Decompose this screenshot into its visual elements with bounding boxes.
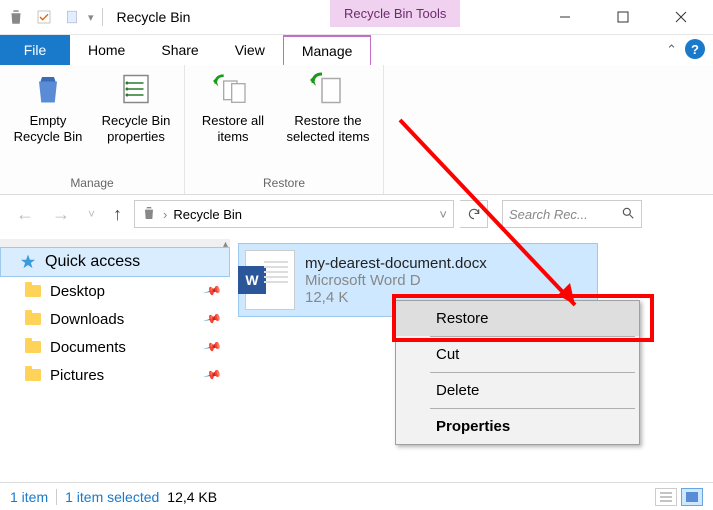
details-view-button[interactable] <box>655 488 677 506</box>
status-selected: 1 item selected <box>65 489 159 505</box>
group-label: Manage <box>70 174 113 192</box>
sidebar-label: Desktop <box>50 283 105 300</box>
address-text: Recycle Bin <box>173 207 242 222</box>
status-item-count: 1 item <box>10 489 48 505</box>
button-label: Restore all items <box>193 113 273 144</box>
ribbon: Empty Recycle Bin Recycle Bin properties… <box>0 65 713 195</box>
contextual-tab-header: Recycle Bin Tools <box>330 0 460 27</box>
forward-button[interactable]: → <box>46 204 76 225</box>
quick-access-icon <box>19 253 37 271</box>
navigation-pane: ▴ Quick access Desktop 📌 Downloads 📌 Doc… <box>0 233 230 493</box>
tab-view[interactable]: View <box>217 35 283 65</box>
tab-share[interactable]: Share <box>143 35 216 65</box>
separator <box>102 8 103 26</box>
sidebar-label: Pictures <box>50 367 104 384</box>
sidebar-item-documents[interactable]: Documents 📌 <box>0 333 230 361</box>
search-box[interactable]: Search Rec... <box>502 200 642 228</box>
button-label: Empty Recycle Bin <box>8 113 88 144</box>
collapse-ribbon-icon[interactable]: ⌃ <box>666 42 677 58</box>
search-placeholder: Search Rec... <box>509 207 588 222</box>
restore-all-icon <box>213 69 253 109</box>
sidebar-scrollbar[interactable]: ▴ <box>0 239 230 247</box>
address-dropdown-icon[interactable]: ˅ <box>439 207 447 222</box>
restore-selected-icon <box>308 69 348 109</box>
window-controls <box>547 3 709 31</box>
pin-icon: 📌 <box>203 281 223 301</box>
status-size: 12,4 KB <box>167 489 217 505</box>
empty-recycle-bin-button[interactable]: Empty Recycle Bin <box>8 69 88 144</box>
recycle-bin-small-icon <box>141 205 157 224</box>
file-metadata: my-dearest-document.docx Microsoft Word … <box>305 255 487 306</box>
file-name: my-dearest-document.docx <box>305 255 487 272</box>
sidebar-item-quick-access[interactable]: Quick access <box>0 247 230 277</box>
folder-icon <box>24 366 42 384</box>
recycle-bin-properties-button[interactable]: Recycle Bin properties <box>96 69 176 144</box>
button-label: Recycle Bin properties <box>96 113 176 144</box>
folder-icon <box>24 338 42 356</box>
folder-icon <box>24 310 42 328</box>
refresh-button[interactable] <box>460 200 488 228</box>
restore-selected-button[interactable]: Restore the selected items <box>281 69 375 144</box>
button-label: Restore the selected items <box>281 113 375 144</box>
ribbon-group-manage: Empty Recycle Bin Recycle Bin properties… <box>0 65 185 194</box>
properties-icon <box>116 69 156 109</box>
properties-quick-icon[interactable] <box>32 5 56 29</box>
pin-icon: 📌 <box>203 365 223 385</box>
tab-manage[interactable]: Manage <box>283 35 372 65</box>
document-quick-icon[interactable] <box>60 5 84 29</box>
help-icon[interactable]: ? <box>685 39 705 59</box>
separator <box>56 489 57 505</box>
context-menu-delete[interactable]: Delete <box>396 373 639 408</box>
sidebar-label: Quick access <box>45 253 140 271</box>
view-switcher <box>655 488 703 506</box>
qat-dropdown-icon[interactable]: ▾ <box>88 11 94 24</box>
pin-icon: 📌 <box>203 337 223 357</box>
close-button[interactable] <box>663 3 699 31</box>
folder-icon <box>24 282 42 300</box>
navigation-bar: ← → ˅ ↑ › Recycle Bin ˅ Search Rec... <box>0 195 713 233</box>
empty-bin-icon <box>28 69 68 109</box>
address-bar[interactable]: › Recycle Bin ˅ <box>134 200 454 228</box>
tab-file[interactable]: File <box>0 35 70 65</box>
context-menu: Restore Cut Delete Properties <box>395 300 640 445</box>
recycle-bin-icon <box>4 5 28 29</box>
minimize-button[interactable] <box>547 3 583 31</box>
up-button[interactable]: ↑ <box>107 204 128 225</box>
context-menu-properties[interactable]: Properties <box>396 409 639 444</box>
status-bar: 1 item 1 item selected 12,4 KB <box>0 482 713 510</box>
chevron-right-icon: › <box>163 207 167 222</box>
quick-access-toolbar: ▾ Recycle Bin <box>4 5 190 29</box>
file-type: Microsoft Word D <box>305 272 487 289</box>
tab-home[interactable]: Home <box>70 35 143 65</box>
ribbon-tabs: File Home Share View Manage ⌃ ? <box>0 35 713 65</box>
word-document-icon: W <box>245 250 295 310</box>
context-menu-restore[interactable]: Restore <box>396 301 639 336</box>
sidebar-label: Downloads <box>50 311 124 328</box>
group-label: Restore <box>263 174 305 192</box>
search-icon <box>621 206 635 223</box>
recent-locations-icon[interactable]: ˅ <box>82 207 101 221</box>
restore-all-button[interactable]: Restore all items <box>193 69 273 144</box>
maximize-button[interactable] <box>605 3 641 31</box>
pin-icon: 📌 <box>203 309 223 329</box>
context-menu-cut[interactable]: Cut <box>396 337 639 372</box>
sidebar-label: Documents <box>50 339 126 356</box>
back-button[interactable]: ← <box>10 204 40 225</box>
ribbon-group-restore: Restore all items Restore the selected i… <box>185 65 384 194</box>
window-title: Recycle Bin <box>117 9 191 25</box>
thumbnails-view-button[interactable] <box>681 488 703 506</box>
sidebar-item-pictures[interactable]: Pictures 📌 <box>0 361 230 389</box>
sidebar-item-desktop[interactable]: Desktop 📌 <box>0 277 230 305</box>
sidebar-item-downloads[interactable]: Downloads 📌 <box>0 305 230 333</box>
title-bar: ▾ Recycle Bin Recycle Bin Tools <box>0 0 713 35</box>
